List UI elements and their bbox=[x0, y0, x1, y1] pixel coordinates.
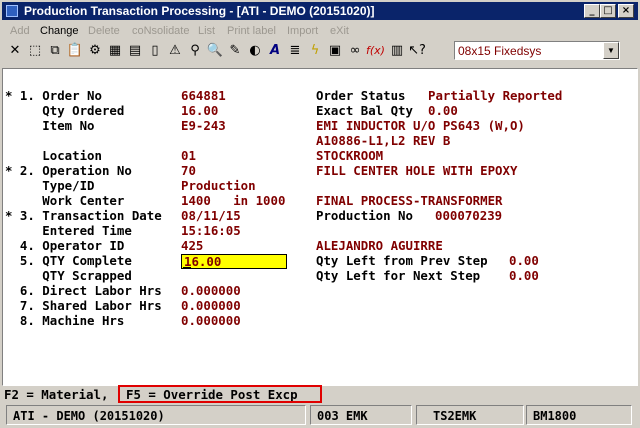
field-label: * 2. Operation No bbox=[5, 163, 132, 178]
warning-icon[interactable]: ⚠ bbox=[166, 42, 184, 60]
info-label: Exact Bal Qty bbox=[316, 103, 413, 118]
status-bar: ATI - DEMO (20151020) 003 EMK TS2EMK BM1… bbox=[2, 404, 638, 426]
toolbar: ✕ ⬚ ⧉ 📋 ⚙ ▦ ▤ ▯ ⚠ ⚲ 🔍 ✎ ◐ A ≣ ϟ ▣ ∞ f(x)… bbox=[2, 40, 638, 64]
field-label: Location bbox=[5, 148, 102, 163]
field-value: 16.00 bbox=[181, 103, 219, 118]
text-cursor bbox=[183, 267, 191, 268]
info-value: Partially Reported bbox=[428, 88, 563, 103]
application-window: Production Transaction Processing - [ATI… bbox=[0, 0, 640, 428]
f5-highlight-box bbox=[118, 385, 322, 403]
info-label: Order Status bbox=[316, 88, 406, 103]
info-value: FINAL PROCESS-TRANSFORMER bbox=[316, 193, 503, 208]
field-label: 8. Machine Hrs bbox=[5, 313, 125, 328]
field-label: 4. Operator ID bbox=[5, 238, 125, 253]
notepad-icon[interactable]: ▥ bbox=[388, 42, 406, 60]
minimize-button[interactable]: _ bbox=[584, 4, 600, 18]
menu-bar: Add Change Delete coNsolidate List Print… bbox=[2, 22, 638, 40]
field-value: 01 bbox=[181, 148, 196, 163]
field-label: * 1. Order No bbox=[5, 88, 102, 103]
lines-icon[interactable]: ≣ bbox=[286, 42, 304, 60]
field-value: 15:16:05 bbox=[181, 223, 241, 238]
field-label: Entered Time bbox=[5, 223, 132, 238]
window-title: Production Transaction Processing - [ATI… bbox=[24, 4, 375, 18]
calc-icon[interactable]: ▣ bbox=[326, 42, 344, 60]
close-button[interactable]: × bbox=[618, 4, 634, 18]
chevron-down-icon[interactable]: ▼ bbox=[603, 42, 619, 59]
field-value: 0.000000 bbox=[181, 283, 241, 298]
copy-icon[interactable]: ⧉ bbox=[46, 42, 64, 60]
info-value: 0.00 bbox=[509, 268, 539, 283]
status-screen-id: BM1800 bbox=[526, 405, 632, 425]
title-bar[interactable]: Production Transaction Processing - [ATI… bbox=[2, 2, 638, 20]
field-value: 0.000000 bbox=[181, 313, 241, 328]
info-value: A10886-L1,L2 REV B bbox=[316, 133, 451, 148]
globe-icon[interactable]: ◐ bbox=[246, 42, 264, 60]
field-label: Work Center bbox=[5, 193, 125, 208]
help-pointer-icon[interactable]: ↖? bbox=[408, 42, 426, 60]
field-value: E9-243 bbox=[181, 118, 226, 133]
field-label: Qty Ordered bbox=[5, 103, 125, 118]
pen-icon[interactable]: ✎ bbox=[226, 42, 244, 60]
info-value: ALEJANDRO AGUIRRE bbox=[316, 238, 443, 253]
info-value: FILL CENTER HOLE WITH EPOXY bbox=[316, 163, 518, 178]
f2-material-key[interactable]: F2 = Material, bbox=[4, 388, 108, 402]
info-label: Qty Left from Prev Step bbox=[316, 253, 488, 268]
fx-icon[interactable]: f(x) bbox=[366, 42, 385, 60]
field-label: * 3. Transaction Date bbox=[5, 208, 162, 223]
info-value: 000070239 bbox=[435, 208, 503, 223]
x-icon[interactable]: ✕ bbox=[6, 42, 24, 60]
menu-import[interactable]: Import bbox=[287, 25, 318, 37]
terminal-screen: 16.00 * 1. Order No 664881 Order Status Par… bbox=[2, 68, 638, 386]
menu-change[interactable]: Change bbox=[40, 25, 79, 37]
info-label: Production No bbox=[316, 208, 413, 223]
link-icon[interactable]: ∞ bbox=[346, 42, 364, 60]
field-label: Item No bbox=[5, 118, 95, 133]
field-value: 70 bbox=[181, 163, 196, 178]
field-label: 7. Shared Labor Hrs bbox=[5, 298, 162, 313]
binoculars-icon[interactable]: ⚲ bbox=[186, 42, 204, 60]
menu-list[interactable]: List bbox=[198, 25, 215, 37]
status-company: ATI - DEMO (20151020) bbox=[6, 405, 306, 425]
info-label: Qty Left for Next Step bbox=[316, 268, 481, 283]
menu-add[interactable]: Add bbox=[10, 25, 30, 37]
table-icon[interactable]: ▦ bbox=[106, 42, 124, 60]
app-icon bbox=[6, 5, 18, 17]
lightning-icon[interactable]: ϟ bbox=[306, 42, 324, 60]
field-label: Type/ID bbox=[5, 178, 95, 193]
field-label: 6. Direct Labor Hrs bbox=[5, 283, 162, 298]
info-value: STOCKROOM bbox=[316, 148, 384, 163]
menu-delete[interactable]: Delete bbox=[88, 25, 120, 37]
select-icon[interactable]: ⬚ bbox=[26, 42, 44, 60]
info-value: 0.00 bbox=[509, 253, 539, 268]
menu-print-label[interactable]: Print label bbox=[227, 25, 276, 37]
search-icon[interactable]: 🔍 bbox=[206, 42, 224, 60]
paste-icon[interactable]: 📋 bbox=[66, 42, 84, 60]
document-icon[interactable]: ▯ bbox=[146, 42, 164, 60]
maximize-button[interactable]: □ bbox=[600, 4, 616, 18]
font-select-value: 08x15 Fixedsys bbox=[458, 44, 542, 58]
field-value: 664881 bbox=[181, 88, 226, 103]
gear-icon[interactable]: ⚙ bbox=[86, 42, 104, 60]
info-value: 0.00 bbox=[428, 103, 458, 118]
status-user: TS2EMK bbox=[416, 405, 524, 425]
field-value: 08/11/15 bbox=[181, 208, 241, 223]
menu-exit[interactable]: eXit bbox=[330, 25, 349, 37]
note-icon[interactable]: ▤ bbox=[126, 42, 144, 60]
menu-consolidate[interactable]: coNsolidate bbox=[132, 25, 189, 37]
field-value: 425 bbox=[181, 238, 204, 253]
status-terminal: 003 EMK bbox=[310, 405, 412, 425]
field-value: Production bbox=[181, 178, 256, 193]
field-label: QTY Scrapped bbox=[5, 268, 132, 283]
field-value: 1400 in 1000 bbox=[181, 193, 286, 208]
qty-complete-input[interactable]: 16.00 bbox=[181, 254, 287, 269]
field-value: 0.000000 bbox=[181, 298, 241, 313]
info-value: EMI INDUCTOR U/O PS643 (W,O) bbox=[316, 118, 525, 133]
font-icon[interactable]: A bbox=[266, 42, 284, 60]
font-select[interactable]: 08x15 Fixedsys ▼ bbox=[454, 41, 620, 60]
field-label: 5. QTY Complete bbox=[5, 253, 132, 268]
